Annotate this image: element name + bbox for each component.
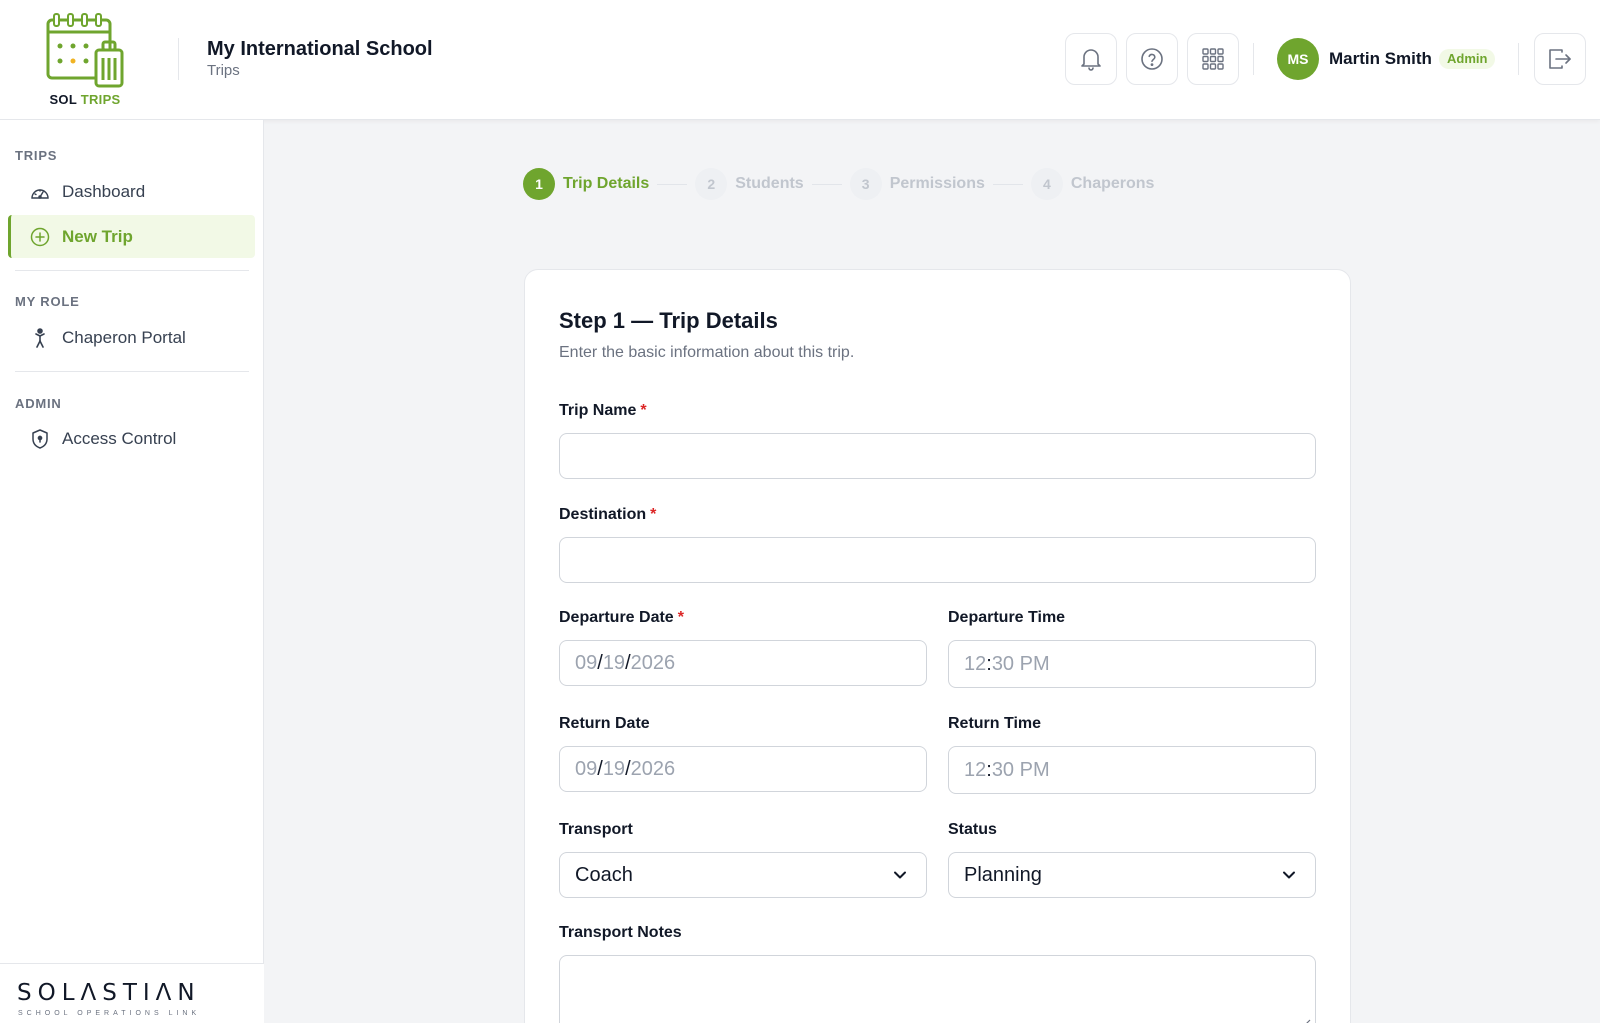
help-icon bbox=[1141, 48, 1163, 70]
step-number: 3 bbox=[849, 168, 882, 200]
transport-notes-textarea[interactable] bbox=[559, 955, 1316, 1023]
sidebar-section-title: ADMIN bbox=[15, 396, 62, 411]
sidebar-item-dashboard[interactable]: Dashboard bbox=[8, 170, 255, 213]
sidebar-item-chaperon-portal[interactable]: Chaperon Portal bbox=[8, 316, 255, 359]
transport-notes-label: Transport Notes bbox=[559, 924, 682, 941]
sidebar-divider bbox=[15, 270, 249, 271]
step-connector bbox=[811, 183, 842, 185]
chevron-down-icon bbox=[1283, 871, 1295, 879]
calendar-suitcase-icon bbox=[46, 13, 124, 88]
help-button[interactable] bbox=[1126, 33, 1178, 85]
chevron-down-icon bbox=[894, 871, 906, 879]
sidebar-item-label: Dashboard bbox=[62, 181, 146, 201]
step-label: Students bbox=[735, 175, 804, 192]
sidebar: TRIPS Dashboard New Trip MY ROLE Chapero… bbox=[0, 120, 264, 1023]
departure-time-input[interactable]: 12:30 PM bbox=[948, 640, 1316, 688]
card-subtitle: Enter the basic information about this t… bbox=[559, 344, 855, 361]
sidebar-section-title: TRIPS bbox=[15, 148, 58, 163]
sidebar-item-label: New Trip bbox=[62, 226, 133, 246]
return-date-input[interactable]: 09/19/2026 bbox=[559, 746, 927, 792]
logout-button[interactable] bbox=[1534, 33, 1586, 85]
return-date-label: Return Date bbox=[559, 715, 650, 732]
departure-date-input[interactable]: 09/19/2026 bbox=[559, 640, 927, 686]
section-name: Trips bbox=[207, 62, 240, 79]
bell-icon bbox=[1081, 49, 1101, 71]
logo-wordmark: SOL TRIPS bbox=[49, 92, 121, 107]
sidebar-footer: SOLΛSTIΛN SCHOOL OPERATIONS LINK bbox=[0, 963, 264, 1023]
status-select[interactable]: Planning bbox=[948, 852, 1316, 898]
notifications-button[interactable] bbox=[1065, 33, 1117, 85]
step-number: 1 bbox=[523, 168, 555, 200]
trip-name-input[interactable] bbox=[559, 433, 1316, 479]
step-label: Trip Details bbox=[563, 175, 650, 192]
sidebar-divider bbox=[15, 371, 249, 372]
header-divider bbox=[178, 38, 179, 80]
school-name: My International School bbox=[207, 38, 433, 60]
user-avatar[interactable]: MS bbox=[1277, 38, 1319, 80]
header-separator bbox=[1253, 43, 1254, 75]
app-header: SOL TRIPS My International School Trips … bbox=[0, 0, 1600, 120]
solastian-logo: SOLΛSTIΛN bbox=[17, 980, 201, 1006]
person-icon bbox=[30, 327, 50, 348]
role-badge: Admin bbox=[1439, 49, 1496, 69]
return-time-input[interactable]: 12:30 PM bbox=[948, 746, 1316, 794]
required-mark: * bbox=[640, 402, 647, 419]
required-mark: * bbox=[677, 609, 684, 626]
sidebar-item-label: Chaperon Portal bbox=[62, 327, 186, 347]
return-time-label: Return Time bbox=[948, 715, 1042, 732]
departure-time-label: Departure Time bbox=[948, 609, 1066, 626]
step-students[interactable]: 2 Students bbox=[695, 168, 804, 200]
apps-button[interactable] bbox=[1187, 33, 1239, 85]
transport-select[interactable]: Coach bbox=[559, 852, 927, 898]
resize-handle-icon[interactable] bbox=[1299, 1018, 1311, 1023]
required-mark: * bbox=[650, 506, 657, 523]
step-label: Permissions bbox=[889, 175, 985, 192]
status-label: Status bbox=[948, 821, 997, 838]
header-separator bbox=[1518, 43, 1519, 75]
sidebar-item-new-trip[interactable]: New Trip bbox=[8, 215, 255, 258]
sidebar-item-label: Access Control bbox=[62, 428, 177, 448]
sidebar-section-title: MY ROLE bbox=[15, 294, 80, 309]
sidebar-item-access-control[interactable]: Access Control bbox=[8, 417, 255, 460]
transport-label: Transport bbox=[559, 821, 633, 838]
step-trip-details[interactable]: 1 Trip Details bbox=[523, 168, 649, 200]
plus-circle-icon bbox=[30, 227, 50, 247]
status-selected-value: Planning bbox=[964, 863, 1042, 886]
step-connector bbox=[657, 183, 688, 185]
apps-grid-icon bbox=[1202, 48, 1224, 70]
destination-label: Destination * bbox=[559, 506, 657, 523]
wizard-stepper: 1 Trip Details 2 Students 3 Permissions … bbox=[523, 168, 1154, 200]
destination-input[interactable] bbox=[559, 537, 1316, 583]
departure-date-label: Departure Date * bbox=[559, 609, 684, 626]
card-title: Step 1 — Trip Details bbox=[559, 308, 778, 333]
logout-icon bbox=[1549, 49, 1571, 69]
transport-selected-value: Coach bbox=[575, 863, 633, 886]
step-chaperons[interactable]: 4 Chaperons bbox=[1030, 168, 1155, 200]
trip-details-card: Step 1 — Trip Details Enter the basic in… bbox=[524, 269, 1351, 1023]
trip-name-label: Trip Name * bbox=[559, 402, 647, 419]
step-label: Chaperons bbox=[1070, 175, 1155, 192]
step-number: 2 bbox=[695, 168, 728, 200]
shield-icon bbox=[30, 428, 50, 449]
sol-trips-logo[interactable]: SOL TRIPS bbox=[40, 12, 130, 108]
brand-tagline: SCHOOL OPERATIONS LINK bbox=[18, 1010, 201, 1017]
step-number: 4 bbox=[1030, 168, 1063, 200]
step-permissions[interactable]: 3 Permissions bbox=[849, 168, 985, 200]
gauge-icon bbox=[30, 182, 50, 202]
user-name[interactable]: Martin Smith bbox=[1329, 49, 1432, 69]
step-connector bbox=[992, 183, 1023, 185]
